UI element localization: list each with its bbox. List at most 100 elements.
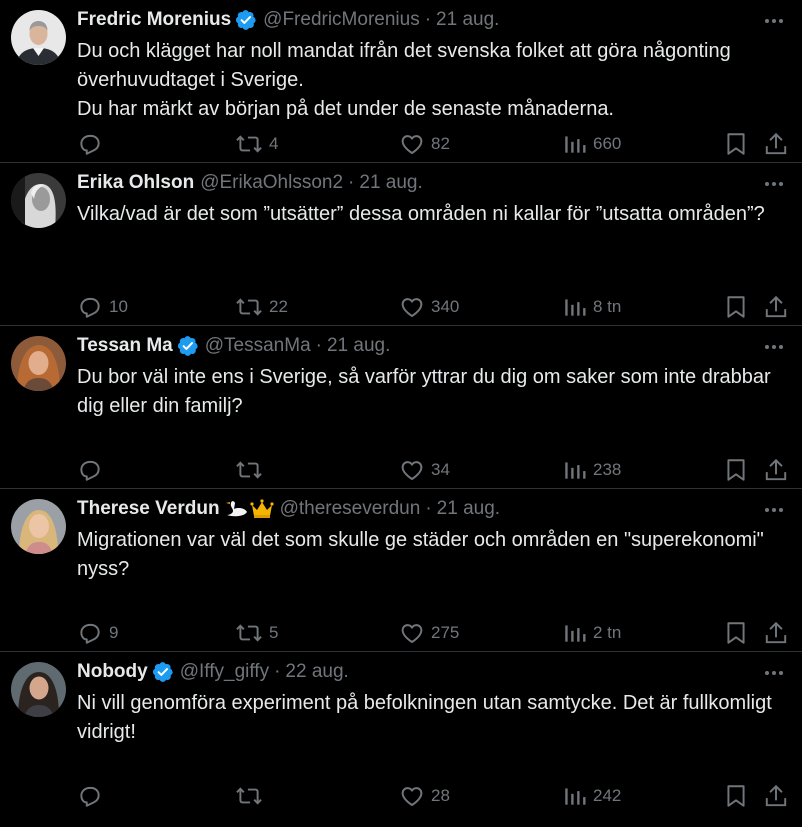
tweet-actions: 10 22 340 8 tn xyxy=(77,293,788,321)
share-icon xyxy=(765,784,787,807)
like-button[interactable]: 34 xyxy=(399,456,450,484)
retweet-button[interactable] xyxy=(235,782,269,810)
reply-button[interactable] xyxy=(77,130,109,158)
like-button[interactable]: 275 xyxy=(399,619,459,647)
tweet-text: Vilka/vad är det som ”utsätter” dessa om… xyxy=(77,203,765,225)
tweet-date[interactable]: 22 aug. xyxy=(285,659,348,685)
views-count: 8 tn xyxy=(593,297,622,316)
avatar[interactable] xyxy=(11,336,66,391)
separator-dot: · xyxy=(315,335,322,356)
author-name[interactable]: Tessan Ma xyxy=(77,333,173,359)
heart-icon xyxy=(401,624,423,643)
like-count: 275 xyxy=(431,623,460,642)
retweet-icon xyxy=(236,787,262,805)
like-count: 340 xyxy=(431,297,460,316)
tweet-date[interactable]: 21 aug. xyxy=(437,496,500,522)
separator-dot: · xyxy=(348,172,355,193)
share-button[interactable] xyxy=(764,619,788,647)
more-icon[interactable] xyxy=(762,338,786,356)
bookmark-button[interactable] xyxy=(724,456,748,484)
views-button[interactable]: 242 xyxy=(563,782,621,810)
bookmark-button[interactable] xyxy=(724,619,748,647)
more-icon[interactable] xyxy=(762,12,786,30)
views-button[interactable]: 8 tn xyxy=(563,293,621,321)
tweet-header: Tessan Ma @TessanMa · 21 aug. xyxy=(77,332,786,360)
bookmark-button[interactable] xyxy=(724,782,748,810)
more-icon[interactable] xyxy=(762,664,786,682)
views-chart-icon xyxy=(565,462,586,479)
author-name[interactable]: Nobody xyxy=(77,659,148,685)
tweet[interactable]: Nobody @Iffy_giffy · 22 aug. Ni vill gen… xyxy=(0,652,802,815)
share-icon xyxy=(765,295,787,318)
tweet-content: Therese Verdun @thereseverdun · 21 aug. … xyxy=(77,495,786,584)
retweet-button[interactable]: 22 xyxy=(235,293,288,321)
author-name[interactable]: Fredric Morenius xyxy=(77,7,231,33)
more-icon[interactable] xyxy=(762,175,786,193)
author-handle[interactable]: @Iffy_giffy xyxy=(180,659,269,685)
share-button[interactable] xyxy=(764,130,788,158)
reply-button[interactable] xyxy=(77,456,109,484)
like-button[interactable]: 340 xyxy=(399,293,459,321)
heart-icon xyxy=(401,787,423,806)
bookmark-icon xyxy=(727,785,745,807)
tweet-text: Ni vill genomföra experiment på befolkni… xyxy=(77,692,772,743)
tweet-text: Migrationen var väl det som skulle ge st… xyxy=(77,529,764,580)
share-button[interactable] xyxy=(764,293,788,321)
author-name[interactable]: Erika Ohlson xyxy=(77,170,194,196)
views-chart-icon xyxy=(565,788,586,805)
views-button[interactable]: 660 xyxy=(563,130,621,158)
tweet-content: Erika Ohlson @ErikaOhlsson2 · 21 aug. Vi… xyxy=(77,169,786,229)
share-button[interactable] xyxy=(764,456,788,484)
tweet[interactable]: Erika Ohlson @ErikaOhlsson2 · 21 aug. Vi… xyxy=(0,163,802,326)
share-button[interactable] xyxy=(764,782,788,810)
swan-emoji-icon xyxy=(225,501,247,517)
tweet-content: Nobody @Iffy_giffy · 22 aug. Ni vill gen… xyxy=(77,658,786,747)
retweet-button[interactable]: 5 xyxy=(235,619,278,647)
heart-icon xyxy=(401,135,423,154)
bookmark-icon xyxy=(727,296,745,318)
like-count: 34 xyxy=(431,460,450,479)
retweet-button[interactable] xyxy=(235,456,269,484)
avatar[interactable] xyxy=(11,10,66,65)
retweet-count: 4 xyxy=(269,134,279,153)
bookmark-button[interactable] xyxy=(724,293,748,321)
views-button[interactable]: 238 xyxy=(563,456,621,484)
tweet[interactable]: Therese Verdun @thereseverdun · 21 aug. … xyxy=(0,489,802,652)
author-handle[interactable]: @thereseverdun xyxy=(280,496,421,522)
tweet-header: Nobody @Iffy_giffy · 22 aug. xyxy=(77,658,786,686)
views-button[interactable]: 2 tn xyxy=(563,619,621,647)
verified-badge-icon xyxy=(235,9,257,31)
retweet-icon xyxy=(236,461,262,479)
retweet-button[interactable]: 4 xyxy=(235,130,278,158)
author-handle[interactable]: @ErikaOhlsson2 xyxy=(200,170,343,196)
more-icon[interactable] xyxy=(762,501,786,519)
views-count: 242 xyxy=(593,786,622,805)
share-icon xyxy=(765,458,787,481)
tweet[interactable]: Fredric Morenius @FredricMorenius · 21 a… xyxy=(0,0,802,163)
name-emoji xyxy=(224,498,274,520)
views-count: 238 xyxy=(593,460,622,479)
tweet[interactable]: Tessan Ma @TessanMa · 21 aug. Du bor väl… xyxy=(0,326,802,489)
author-name[interactable]: Therese Verdun xyxy=(77,496,220,522)
reply-icon xyxy=(80,134,100,155)
retweet-icon xyxy=(236,135,262,153)
tweet-date[interactable]: 21 aug. xyxy=(359,170,422,196)
reply-button[interactable]: 10 xyxy=(77,293,128,321)
tweet-date[interactable]: 21 aug. xyxy=(436,7,499,33)
author-handle[interactable]: @TessanMa xyxy=(205,333,311,359)
bookmark-icon xyxy=(727,459,745,481)
bookmark-button[interactable] xyxy=(724,130,748,158)
avatar[interactable] xyxy=(11,662,66,717)
author-handle[interactable]: @FredricMorenius xyxy=(263,7,420,33)
heart-icon xyxy=(401,298,423,317)
avatar[interactable] xyxy=(11,173,66,228)
reply-button[interactable]: 9 xyxy=(77,619,118,647)
retweet-count: 5 xyxy=(269,623,279,642)
tweet-date[interactable]: 21 aug. xyxy=(327,333,390,359)
timeline-feed: Fredric Morenius @FredricMorenius · 21 a… xyxy=(0,0,802,815)
reply-button[interactable] xyxy=(77,782,109,810)
like-button[interactable]: 82 xyxy=(399,130,450,158)
tweet-actions: 4 82 660 xyxy=(77,130,788,158)
like-button[interactable]: 28 xyxy=(399,782,450,810)
avatar[interactable] xyxy=(11,499,66,554)
